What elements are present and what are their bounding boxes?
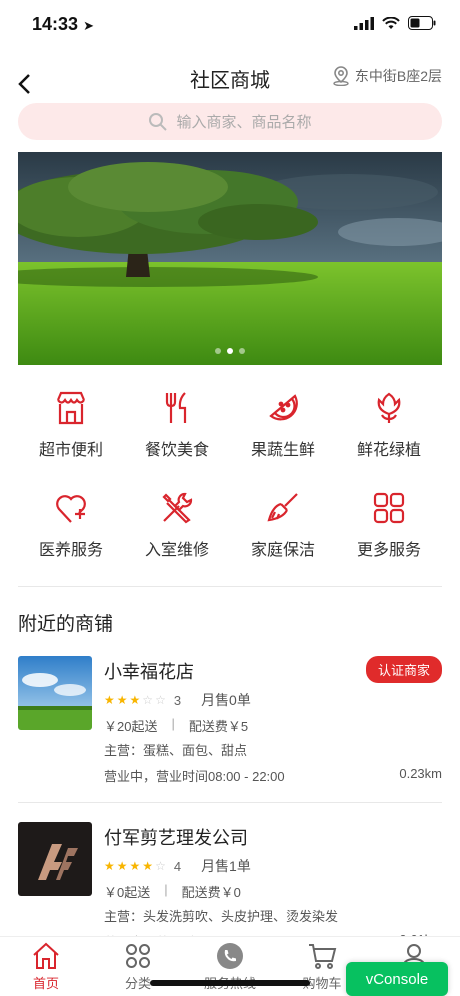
home-indicator [150, 980, 310, 986]
store-icon [51, 388, 91, 428]
category-supermarket[interactable]: 超市便利 [18, 388, 124, 472]
shop-image [18, 656, 92, 730]
flower-icon [369, 388, 409, 428]
carousel-dot-active[interactable] [227, 348, 233, 354]
shop-card[interactable]: 付军剪艺理发公司 ★ ★ ★ ★ ☆ 4 月售1单 ￥0起送 | 配送费￥0 主… [18, 822, 442, 952]
star-icon: ★ [129, 693, 141, 707]
phone-icon [217, 943, 243, 969]
banner-carousel[interactable] [18, 152, 442, 365]
business-hours: 营业中，营业时间08:00 - 22:00 [104, 769, 285, 784]
clock: 14:33 [32, 14, 79, 34]
separator: | [164, 882, 168, 897]
monthly-sales: 月售0单 [201, 692, 251, 708]
section-title: 附近的商铺 [18, 614, 114, 635]
banner-image [18, 152, 442, 365]
carousel-dot[interactable] [215, 348, 221, 354]
min-order: ￥20起送 [104, 719, 158, 734]
star-icon: ★ [104, 859, 115, 873]
category-label: 餐饮美食 [144, 442, 209, 459]
category-label: 家庭保洁 [250, 542, 315, 559]
shop-card[interactable]: 小幸福花店 认证商家 ★ ★ ★ ☆ ☆ 3 月售0单 ￥20起送 | 配送费￥… [18, 656, 442, 786]
category-flowers[interactable]: 鲜花绿植 [336, 388, 442, 472]
vconsole-button[interactable]: vConsole [346, 962, 448, 996]
rating-value: 3 [173, 692, 182, 708]
rating-value: 4 [173, 858, 182, 874]
delivery-fee: 配送费￥0 [181, 885, 241, 900]
star-icon: ★ [116, 693, 128, 707]
fee-row: ￥0起送 | 配送费￥0 [104, 882, 241, 901]
shop-image [18, 822, 92, 896]
category-label: 超市便利 [38, 442, 103, 459]
shop-name: 小幸福花店 [104, 662, 194, 682]
star-icon: ★ [104, 693, 115, 707]
search-icon [149, 112, 168, 131]
watermelon-icon [263, 388, 303, 428]
fork-knife-icon [157, 388, 197, 428]
signal-icon [354, 16, 374, 30]
category-more[interactable]: 更多服务 [336, 488, 442, 572]
fee-row: ￥20起送 | 配送费￥5 [104, 716, 248, 735]
carousel-dot[interactable] [239, 348, 245, 354]
status-time: 14:33 ➤ [32, 14, 94, 35]
search-input[interactable]: 输入商家、商品名称 [18, 103, 442, 140]
category-grid: 超市便利 餐饮美食 果蔬生鲜 鲜花绿植 医养服务 入室维修 家庭保洁 更多服务 [18, 388, 442, 572]
category-cleaning[interactable]: 家庭保洁 [230, 488, 336, 572]
star-rating: ★ ★ ★ ☆ ☆ [104, 694, 166, 706]
category-label: 鲜花绿植 [356, 442, 421, 459]
verified-badge: 认证商家 [365, 656, 442, 683]
tools-icon [157, 488, 197, 528]
divider [18, 586, 442, 587]
grid-icon [369, 488, 409, 528]
location-arrow-icon: ➤ [83, 18, 94, 33]
main-products: 主营：头发洗剪吹、头皮护理、烫发染发 [104, 909, 339, 924]
header: 社区商城 东中街B座2层 [0, 52, 460, 100]
tab-label: 分类 [124, 976, 151, 991]
location-selector[interactable]: 东中街B座2层 [332, 66, 442, 86]
broom-icon [263, 488, 303, 528]
main-products: 主营：蛋糕、面包、甜点 [104, 743, 248, 758]
category-icon [126, 944, 150, 968]
medical-icon [51, 488, 91, 528]
star-empty-icon: ☆ [155, 859, 166, 873]
category-food[interactable]: 餐饮美食 [124, 388, 230, 472]
min-order: ￥0起送 [104, 885, 151, 900]
search-placeholder: 输入商家、商品名称 [176, 114, 312, 131]
star-rating: ★ ★ ★ ★ ☆ [104, 860, 166, 872]
status-icons [354, 16, 436, 30]
category-label: 更多服务 [356, 542, 421, 559]
category-repair[interactable]: 入室维修 [124, 488, 230, 572]
star-empty-icon: ☆ [142, 693, 154, 707]
wifi-icon [382, 16, 400, 29]
divider [18, 802, 442, 803]
star-empty-icon: ☆ [155, 693, 166, 707]
category-medical[interactable]: 医养服务 [18, 488, 124, 572]
carousel-dots [18, 348, 442, 354]
tab-label: 首页 [32, 976, 59, 991]
location-pin-icon [333, 66, 349, 86]
cart-icon [309, 944, 337, 969]
category-label: 医养服务 [38, 542, 103, 559]
category-fresh[interactable]: 果蔬生鲜 [230, 388, 336, 472]
location-label: 东中街B座2层 [354, 68, 442, 84]
star-icon: ★ [116, 859, 128, 873]
home-icon [33, 942, 59, 969]
category-label: 果蔬生鲜 [250, 442, 315, 459]
rating-row: ★ ★ ★ ☆ ☆ 3 月售0单 [104, 690, 251, 710]
star-icon: ★ [142, 859, 154, 873]
tab-home[interactable]: 首页 [0, 937, 92, 996]
rating-row: ★ ★ ★ ★ ☆ 4 月售1单 [104, 856, 251, 876]
delivery-fee: 配送费￥5 [188, 719, 249, 734]
category-label: 入室维修 [144, 542, 209, 559]
status-bar: 14:33 ➤ [0, 0, 460, 50]
battery-icon [408, 16, 436, 30]
tab-hotline[interactable]: 服务热线 [184, 937, 276, 996]
separator: | [171, 716, 175, 731]
tab-category[interactable]: 分类 [92, 937, 184, 996]
monthly-sales: 月售1单 [201, 858, 251, 874]
shop-name: 付军剪艺理发公司 [104, 828, 248, 848]
star-icon: ★ [129, 859, 141, 873]
distance: 0.23km [399, 766, 442, 781]
